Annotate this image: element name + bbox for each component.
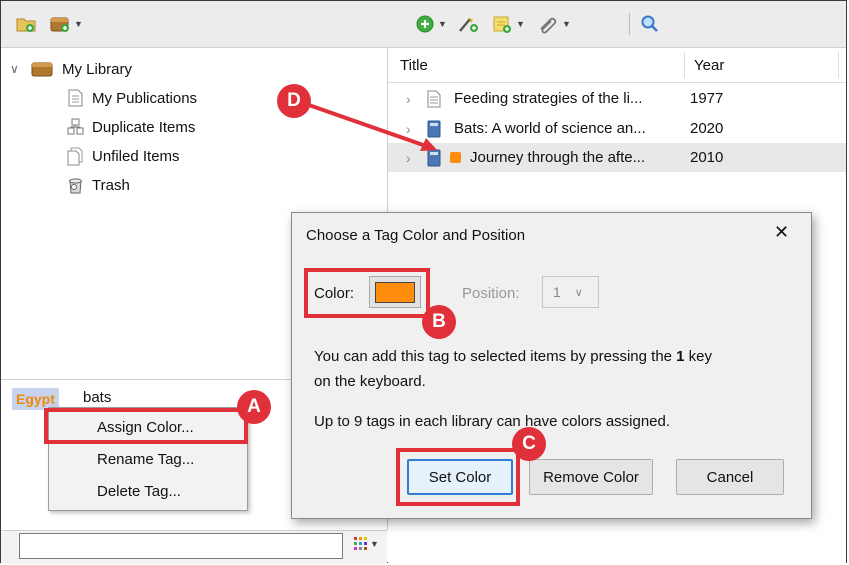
annotation-badge-a: A <box>237 390 271 424</box>
annotation-arrow <box>305 102 437 151</box>
annotation-badge-b: B <box>422 305 456 339</box>
annotation-badge-d: D <box>277 84 311 118</box>
annotation-badge-c: C <box>512 427 546 461</box>
